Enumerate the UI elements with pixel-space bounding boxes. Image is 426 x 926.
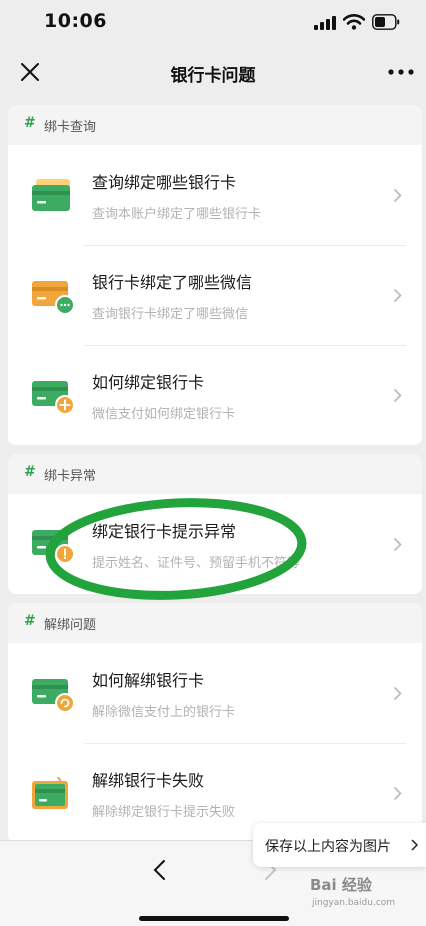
chevron-right-icon xyxy=(393,188,402,203)
baidu-jingyan-watermark: Bai 经验 jingyan.baidu.com xyxy=(310,870,420,910)
section-label: 解绑问题 xyxy=(44,618,97,633)
nav-bar: 银行卡问题 xyxy=(0,46,426,98)
bank-card-icon xyxy=(32,179,70,211)
item-title: 查询绑定哪些银行卡 xyxy=(92,173,237,192)
battery-icon xyxy=(372,14,400,30)
section-bind-query: # 绑卡查询 查询绑定哪些银行卡 查询本账户绑定了哪些银行卡 银行卡绑定了哪些微… xyxy=(8,105,422,445)
chevron-right-icon xyxy=(393,686,402,701)
cellular-signal-icon xyxy=(314,16,336,30)
card-unbind-icon xyxy=(32,679,75,713)
wifi-icon xyxy=(343,14,365,30)
section-label: 绑卡异常 xyxy=(44,469,97,484)
item-title: 银行卡绑定了哪些微信 xyxy=(92,273,253,292)
section-label: 绑卡查询 xyxy=(44,120,97,135)
section-header: # 绑卡异常 xyxy=(8,454,422,494)
item-subtitle: 解除微信支付上的银行卡 xyxy=(92,705,236,720)
section-header: # 绑卡查询 xyxy=(8,105,422,145)
item-title: 如何绑定银行卡 xyxy=(92,373,205,392)
section-header: # 解绑问题 xyxy=(8,603,422,643)
chevron-right-icon xyxy=(393,388,402,403)
back-arrow-icon[interactable] xyxy=(152,859,166,881)
hash-icon: # xyxy=(24,464,36,480)
item-title: 解绑银行卡失败 xyxy=(92,771,205,790)
home-indicator xyxy=(139,916,289,921)
card-wechat-icon xyxy=(32,281,75,315)
page-title: 银行卡问题 xyxy=(170,66,256,86)
hash-icon: # xyxy=(24,613,36,629)
item-subtitle: 微信支付如何绑定银行卡 xyxy=(92,407,236,422)
chevron-right-icon xyxy=(393,537,402,552)
card-add-icon xyxy=(32,381,75,415)
save-as-image-label: 保存以上内容为图片 xyxy=(265,839,391,855)
list-item-how-bind-card[interactable]: 如何绑定银行卡 微信支付如何绑定银行卡 xyxy=(8,345,422,445)
list-item-query-bound-cards[interactable]: 查询绑定哪些银行卡 查询本账户绑定了哪些银行卡 xyxy=(8,145,422,245)
item-subtitle: 查询本账户绑定了哪些银行卡 xyxy=(92,207,262,222)
card-fail-icon xyxy=(32,777,68,809)
list-item-how-unbind-card[interactable]: 如何解绑银行卡 解除微信支付上的银行卡 xyxy=(8,643,422,743)
item-subtitle: 解除绑定银行卡提示失败 xyxy=(92,805,236,820)
status-bar: 10:06 xyxy=(0,0,426,46)
chevron-right-icon xyxy=(411,839,418,851)
annotation-circle xyxy=(45,498,307,600)
item-title: 如何解绑银行卡 xyxy=(92,671,205,690)
list-item-card-bound-wechat[interactable]: 银行卡绑定了哪些微信 查询银行卡绑定了哪些微信 xyxy=(8,245,422,345)
section-unbind: # 解绑问题 如何解绑银行卡 解除微信支付上的银行卡 解绑银行卡失败 解除绑定银… xyxy=(8,603,422,843)
more-icon[interactable] xyxy=(388,69,414,75)
save-as-image-button[interactable]: 保存以上内容为图片 xyxy=(253,823,426,867)
chevron-right-icon xyxy=(393,786,402,801)
item-subtitle: 查询银行卡绑定了哪些微信 xyxy=(92,307,249,322)
status-time: 10:06 xyxy=(44,10,107,32)
chevron-right-icon xyxy=(393,288,402,303)
hash-icon: # xyxy=(24,115,36,131)
watermark-url: jingyan.baidu.com xyxy=(312,898,396,908)
watermark-brand: Bai 经验 xyxy=(310,876,372,894)
